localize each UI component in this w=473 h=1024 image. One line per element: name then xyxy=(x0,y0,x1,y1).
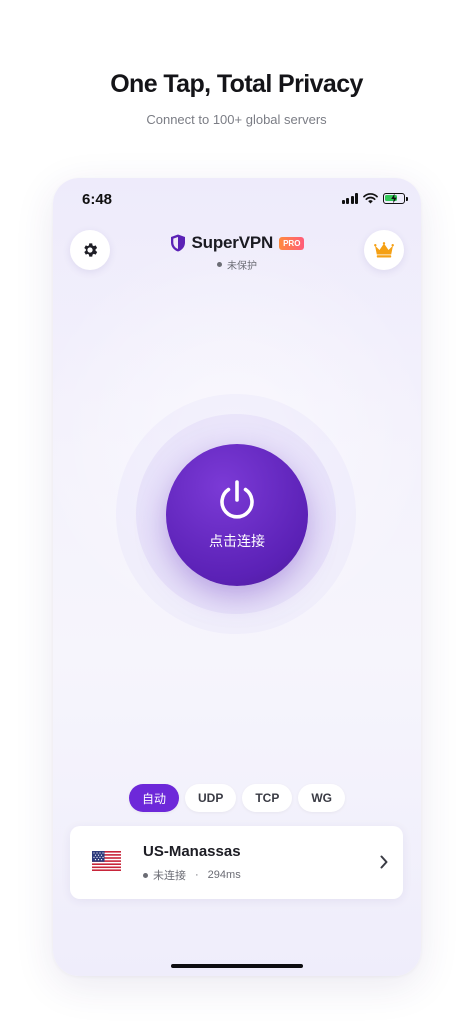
protocol-chip-tcp[interactable]: TCP xyxy=(242,784,293,812)
status-bar: 6:48 xyxy=(53,178,421,222)
shield-logo-icon xyxy=(170,234,185,252)
promo-headline: One Tap, Total Privacy xyxy=(110,70,363,98)
protocol-chip-udp[interactable]: UDP xyxy=(185,784,237,812)
crown-icon xyxy=(374,242,394,258)
app-name: SuperVPN xyxy=(191,233,274,252)
server-selector-card[interactable]: US-Manassas 未连接 · 294ms xyxy=(70,826,403,899)
server-latency: 294ms xyxy=(207,869,241,881)
phone-frame: 6:48 SuperVPN PRO 未保护 点击连接 自动 UDP TCP WG… xyxy=(53,178,421,976)
promo-subline: Connect to 100+ global servers xyxy=(146,112,327,127)
protocol-selector: 自动 UDP TCP WG xyxy=(53,784,421,812)
server-name: US-Manassas xyxy=(143,843,241,860)
meta-separator: · xyxy=(195,869,199,881)
protocol-chip-auto[interactable]: 自动 xyxy=(128,784,179,812)
server-meta: 未连接 · 294ms xyxy=(143,867,241,883)
status-icons xyxy=(341,193,408,204)
protocol-chip-wg[interactable]: WG xyxy=(298,784,346,812)
status-dot xyxy=(217,262,222,267)
connection-status-label: 未保护 xyxy=(227,261,257,272)
server-status-dot xyxy=(143,872,148,878)
home-indicator xyxy=(171,964,303,968)
wifi-icon xyxy=(363,193,378,204)
connect-button[interactable]: 点击连接 xyxy=(166,444,308,586)
cellular-signal-icon xyxy=(341,193,358,204)
battery-charging-icon xyxy=(383,193,408,204)
chevron-right-icon xyxy=(380,855,388,869)
us-flag-icon xyxy=(92,851,121,876)
app-store-screenshot: One Tap, Total Privacy Connect to 100+ g… xyxy=(0,0,473,1024)
status-time: 6:48 xyxy=(82,191,113,208)
server-status: 未连接 xyxy=(153,869,186,882)
power-icon xyxy=(220,480,254,519)
pro-badge: PRO xyxy=(279,236,305,250)
premium-button[interactable] xyxy=(364,230,404,270)
connect-label: 点击连接 xyxy=(209,534,265,550)
